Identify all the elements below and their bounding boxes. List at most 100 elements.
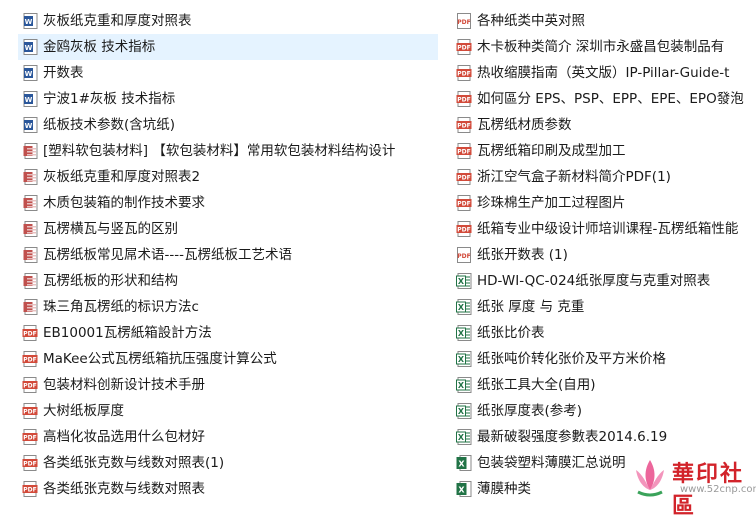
svg-text:PDF: PDF — [457, 19, 470, 26]
svg-text:X: X — [458, 433, 465, 442]
excel-outline-icon: X — [456, 273, 472, 289]
file-item[interactable]: [塑料软包装材料] 【软包装材料】常用软包装材料结构设计 — [18, 138, 438, 164]
file-item[interactable]: PDF 珍珠棉生产加工过程图片 — [452, 190, 756, 216]
right-file-column: PDF 各种纸类中英对照 PDF 木卡板种类简介 深圳市永盛昌包装制品有 PDF 热收缩膜… — [452, 8, 756, 502]
file-item[interactable]: X 纸张工具大全(自用) — [452, 372, 756, 398]
svg-text:PDF: PDF — [457, 45, 470, 52]
file-item[interactable]: W 开数表 — [18, 60, 438, 86]
file-name: 纸张开数表 (1) — [477, 247, 568, 263]
file-name: 纸张比价表 — [477, 325, 545, 341]
excel-icon: X — [456, 481, 472, 497]
file-item[interactable]: X 纸张 厚度 与 克重 — [452, 294, 756, 320]
file-item[interactable]: PDF 如何區分 EPS、PSP、EPP、EPE、EPO發泡 — [452, 86, 756, 112]
file-item[interactable]: 珠三角瓦楞纸的标识方法c — [18, 294, 438, 320]
file-name: 灰板纸克重和厚度对照表 — [43, 13, 192, 29]
svg-text:PDF: PDF — [457, 149, 470, 156]
file-item[interactable]: 瓦楞纸板常见屌术语----瓦楞纸板工艺术语 — [18, 242, 438, 268]
svg-text:W: W — [24, 122, 32, 130]
file-name: 金鸥灰板 技术指标 — [43, 39, 156, 55]
file-item[interactable]: 瓦楞纸板的形状和结构 — [18, 268, 438, 294]
file-name: 大树纸板厚度 — [43, 403, 124, 419]
pdf-icon: PDF — [456, 143, 472, 159]
file-item[interactable]: X 最新破裂强度参數表2014.6.19 — [452, 424, 756, 450]
svg-text:PDF: PDF — [23, 409, 36, 416]
file-item[interactable]: 木质包装箱的制作技术要求 — [18, 190, 438, 216]
excel-outline-icon: X — [456, 325, 472, 341]
word-doc-icon: W — [22, 65, 38, 81]
pdf-icon: PDF — [22, 429, 38, 445]
excel-outline-icon: X — [456, 351, 472, 367]
file-item[interactable]: PDF 瓦楞纸材质参数 — [452, 112, 756, 138]
file-item[interactable]: PDF 木卡板种类简介 深圳市永盛昌包装制品有 — [452, 34, 756, 60]
file-item[interactable]: W 灰板纸克重和厚度对照表 — [18, 8, 438, 34]
file-name: 各种纸类中英对照 — [477, 13, 585, 29]
file-name: 纸箱专业中级设计师培训课程-瓦楞纸箱性能 — [477, 221, 739, 237]
excel-outline-icon: X — [456, 377, 472, 393]
file-name: 各类纸张克数与线数对照表 — [43, 481, 205, 497]
file-item[interactable]: PDF 各类纸张克数与线数对照表(1) — [18, 450, 438, 476]
file-item[interactable]: PDF 高档化妆品选用什么包材好 — [18, 424, 438, 450]
file-item[interactable]: PDF 各种纸类中英对照 — [452, 8, 756, 34]
ppt-doc-icon — [22, 247, 38, 263]
file-name: MaKee公式瓦楞纸箱抗压强度计算公式 — [43, 351, 277, 367]
pdf-icon: PDF — [456, 221, 472, 237]
file-item[interactable]: PDF 浙江空气盒子新材料简介PDF(1) — [452, 164, 756, 190]
file-item[interactable]: W 纸板技术参数(含坑纸) — [18, 112, 438, 138]
file-item[interactable]: 瓦楞横瓦与竖瓦的区别 — [18, 216, 438, 242]
pdf-icon: PDF — [456, 169, 472, 185]
pdf-icon: PDF — [22, 403, 38, 419]
file-name: 纸张 厚度 与 克重 — [477, 299, 585, 315]
file-name: 木质包装箱的制作技术要求 — [43, 195, 205, 211]
pdf-icon: PDF — [456, 195, 472, 211]
file-name: 珍珠棉生产加工过程图片 — [477, 195, 626, 211]
file-item[interactable]: PDF 包装材料创新设计技术手册 — [18, 372, 438, 398]
file-item[interactable]: X HD-WI-QC-024纸张厚度与克重对照表 — [452, 268, 756, 294]
file-item[interactable]: PDF MaKee公式瓦楞纸箱抗压强度计算公式 — [18, 346, 438, 372]
file-name: 最新破裂强度参數表2014.6.19 — [477, 429, 668, 445]
ppt-doc-icon — [22, 221, 38, 237]
file-item[interactable]: PDF 瓦楞纸箱印刷及成型加工 — [452, 138, 756, 164]
svg-text:X: X — [458, 355, 465, 364]
ppt-doc-icon — [22, 143, 38, 159]
file-item[interactable]: PDF 纸箱专业中级设计师培训课程-瓦楞纸箱性能 — [452, 216, 756, 242]
file-name: 瓦楞纸材质参数 — [477, 117, 572, 133]
svg-text:X: X — [458, 486, 465, 495]
svg-text:PDF: PDF — [457, 97, 470, 104]
word-doc-icon: W — [22, 13, 38, 29]
file-name: 包装材料创新设计技术手册 — [43, 377, 205, 393]
svg-text:PDF: PDF — [457, 175, 470, 182]
ppt-doc-icon — [22, 169, 38, 185]
file-item[interactable]: W 金鸥灰板 技术指标 — [18, 34, 438, 60]
pdf-icon: PDF — [22, 377, 38, 393]
file-name: 如何區分 EPS、PSP、EPP、EPE、EPO發泡 — [477, 91, 744, 107]
file-item[interactable]: W 宁波1#灰板 技术指标 — [18, 86, 438, 112]
file-item[interactable]: PDF 纸张开数表 (1) — [452, 242, 756, 268]
word-doc-icon: W — [22, 91, 38, 107]
file-name: 珠三角瓦楞纸的标识方法c — [43, 299, 199, 315]
file-name: 高档化妆品选用什么包材好 — [43, 429, 205, 445]
file-name: EB10001瓦楞紙箱設計方法 — [43, 325, 212, 341]
ppt-doc-icon — [22, 273, 38, 289]
svg-text:W: W — [24, 18, 32, 26]
svg-text:PDF: PDF — [457, 123, 470, 130]
svg-text:PDF: PDF — [23, 435, 36, 442]
file-item[interactable]: X 纸张比价表 — [452, 320, 756, 346]
file-name: 薄膜种类 — [477, 481, 531, 497]
svg-text:X: X — [458, 303, 465, 312]
file-item[interactable]: X 纸张吨价转化张价及平方米价格 — [452, 346, 756, 372]
file-name: 灰板纸克重和厚度对照表2 — [43, 169, 201, 185]
file-item[interactable]: PDF EB10001瓦楞紙箱設計方法 — [18, 320, 438, 346]
ppt-doc-icon — [22, 299, 38, 315]
file-item[interactable]: PDF 热收缩膜指南（英文版）IP-Pillar-Guide-t — [452, 60, 756, 86]
left-file-column: W 灰板纸克重和厚度对照表 W 金鸥灰板 技术指标 W 开数表 W 宁波1#灰板 技术指标 W 纸… — [18, 8, 438, 502]
svg-text:X: X — [458, 277, 465, 286]
svg-text:X: X — [458, 460, 465, 469]
file-item[interactable]: 灰板纸克重和厚度对照表2 — [18, 164, 438, 190]
file-item[interactable]: PDF 各类纸张克数与线数对照表 — [18, 476, 438, 502]
svg-text:W: W — [24, 96, 32, 104]
file-item[interactable]: X 纸张厚度表(参考) — [452, 398, 756, 424]
svg-text:PDF: PDF — [23, 461, 36, 468]
file-item[interactable]: PDF 大树纸板厚度 — [18, 398, 438, 424]
watermark-logo: 華印社區 www.52cnp.com — [630, 456, 756, 519]
svg-text:PDF: PDF — [457, 227, 470, 234]
